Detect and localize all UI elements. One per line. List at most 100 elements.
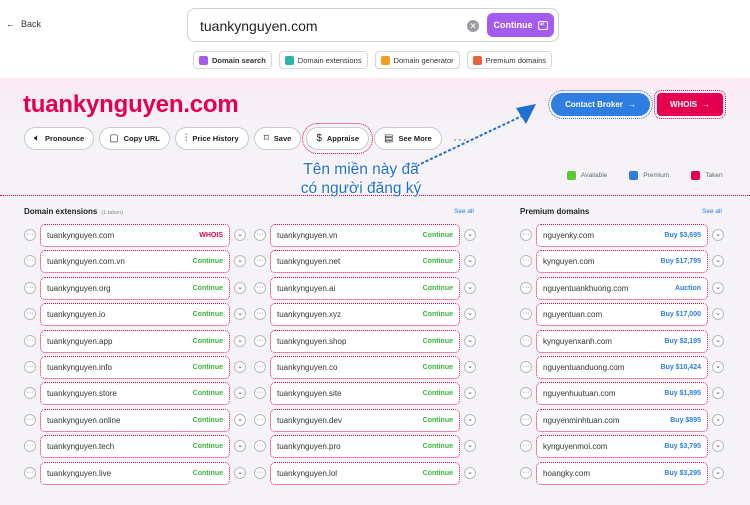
chevron-down-icon[interactable]: ⌄ [234,440,246,453]
chevron-down-icon[interactable]: ⌄ [712,281,724,294]
more-options-icon[interactable]: ··· [520,440,532,453]
chevron-down-icon[interactable]: ⌄ [712,334,724,347]
more-options-icon[interactable]: ··· [254,413,266,426]
chevron-down-icon[interactable]: ⌄ [712,308,724,321]
domain-status[interactable]: Buy $1,895 [664,390,701,397]
domain-status[interactable]: Continue [193,311,223,318]
chevron-down-icon[interactable]: ⌄ [464,334,476,347]
more-options-icon[interactable]: ··· [520,229,532,241]
domain-status[interactable]: WHOIS [199,232,223,239]
chevron-down-icon[interactable]: ⌄ [234,229,246,241]
domain-status[interactable]: Continue [423,364,453,371]
domain-status[interactable]: Continue [193,443,223,450]
domain-status[interactable]: Continue [423,470,453,477]
chevron-down-icon[interactable]: ⌄ [712,387,724,400]
domain-status[interactable]: Buy $3,295 [664,470,701,477]
domain-item[interactable]: tuankynguyen.site Continue [270,382,460,406]
chevron-down-icon[interactable]: ⌄ [712,440,724,453]
more-options-icon[interactable]: ··· [520,334,532,347]
domain-item[interactable]: nguyenhuutuan.com Buy $1,895 [536,382,708,406]
domain-item[interactable]: tuankynguyen.lol Continue [270,461,460,485]
chevron-down-icon[interactable]: ⌄ [234,334,246,347]
more-options-icon[interactable]: ··· [24,281,36,294]
chevron-down-icon[interactable]: ⌄ [234,466,246,479]
more-options-icon[interactable]: ··· [520,281,532,294]
more-options-icon[interactable]: ··· [254,440,266,453]
chevron-down-icon[interactable]: ⌄ [712,413,724,426]
domain-item[interactable]: tuankynguyen.ai Continue [270,276,460,300]
more-options-icon[interactable]: ··· [520,255,532,268]
domain-status[interactable]: Continue [193,364,223,371]
chevron-down-icon[interactable]: ⌄ [464,466,476,479]
domain-status[interactable]: Continue [193,417,223,424]
domain-item[interactable]: nguyentuan.com Buy $17,000 [536,303,708,327]
domain-item[interactable]: nguyentuanduong.com Buy $10,424 [536,355,708,379]
domain-status[interactable]: Buy $3,795 [664,443,701,450]
domain-status[interactable]: Continue [193,390,223,397]
domain-item[interactable]: tuankynguyen.com.vn Continue [40,250,230,274]
more-options-icon[interactable]: ··· [24,360,36,373]
chevron-down-icon[interactable]: ⌄ [464,255,476,268]
domain-status[interactable]: Continue [423,390,453,397]
domain-item[interactable]: nguyentuankhuong.com Auction [536,276,708,300]
chevron-down-icon[interactable]: ⌄ [464,387,476,400]
chevron-down-icon[interactable]: ⌄ [234,360,246,373]
more-options-icon[interactable]: ··· [254,334,266,347]
more-options-icon[interactable]: ··· [254,255,266,268]
chevron-down-icon[interactable]: ⌄ [712,466,724,479]
premium-see-all-link[interactable]: See all [702,208,722,215]
chevron-down-icon[interactable]: ⌄ [234,308,246,321]
domain-item[interactable]: tuankynguyen.net Continue [270,250,460,274]
more-options-icon[interactable]: ··· [24,229,36,241]
more-options-icon[interactable]: ··· [24,308,36,321]
domain-item[interactable]: tuankynguyen.tech Continue [40,435,230,459]
chevron-down-icon[interactable]: ⌄ [712,360,724,373]
more-options-icon[interactable]: ··· [24,387,36,400]
domain-item[interactable]: kynguyenmoi.com Buy $3,795 [536,435,708,459]
domain-status[interactable]: Continue [423,443,453,450]
domain-status[interactable]: Continue [423,417,453,424]
chevron-down-icon[interactable]: ⌄ [464,229,476,241]
domain-status[interactable]: Continue [423,258,453,265]
more-options-icon[interactable]: ··· [520,360,532,373]
domain-status[interactable]: Continue [193,285,223,292]
domain-item[interactable]: tuankynguyen.online Continue [40,408,230,432]
more-options-icon[interactable]: ··· [520,466,532,479]
domain-status[interactable]: Buy $2,195 [664,338,701,345]
chevron-down-icon[interactable]: ⌄ [464,308,476,321]
domain-item[interactable]: tuankynguyen.org Continue [40,276,230,300]
more-options-icon[interactable]: ··· [520,413,532,426]
domain-item[interactable]: hoangky.com Buy $3,295 [536,461,708,485]
chevron-down-icon[interactable]: ⌄ [712,229,724,241]
more-options-icon[interactable]: ··· [254,387,266,400]
domain-status[interactable]: Continue [193,258,223,265]
domain-status[interactable]: Buy $17,000 [661,311,701,318]
domain-item[interactable]: tuankynguyen.shop Continue [270,329,460,353]
chevron-down-icon[interactable]: ⌄ [712,255,724,268]
domain-item[interactable]: tuankynguyen.store Continue [40,382,230,406]
domain-status[interactable]: Continue [193,470,223,477]
domain-status[interactable]: Buy $17,795 [661,258,701,265]
domain-item[interactable]: tuankynguyen.live Continue [40,461,230,485]
domain-item[interactable]: tuankynguyen.com WHOIS [40,224,230,247]
more-options-icon[interactable]: ··· [254,308,266,321]
more-options-icon[interactable]: ··· [254,360,266,373]
more-options-icon[interactable]: ··· [254,281,266,294]
more-options-icon[interactable]: ··· [24,413,36,426]
domain-status[interactable]: Continue [193,338,223,345]
domain-item[interactable]: tuankynguyen.pro Continue [270,435,460,459]
chevron-down-icon[interactable]: ⌄ [234,255,246,268]
domain-item[interactable]: tuankynguyen.vn Continue [270,224,460,247]
more-options-icon[interactable]: ··· [24,255,36,268]
domain-item[interactable]: tuankynguyen.io Continue [40,303,230,327]
chevron-down-icon[interactable]: ⌄ [234,413,246,426]
domain-status[interactable]: Buy $895 [670,417,701,424]
domain-status[interactable]: Continue [423,232,453,239]
more-options-icon[interactable]: ··· [520,308,532,321]
more-options-icon[interactable]: ··· [254,466,266,479]
more-options-icon[interactable]: ··· [24,440,36,453]
domain-status[interactable]: Buy $3,695 [664,232,701,239]
more-options-icon[interactable]: ··· [254,229,266,241]
domain-item[interactable]: tuankynguyen.xyz Continue [270,303,460,327]
chevron-down-icon[interactable]: ⌄ [234,387,246,400]
